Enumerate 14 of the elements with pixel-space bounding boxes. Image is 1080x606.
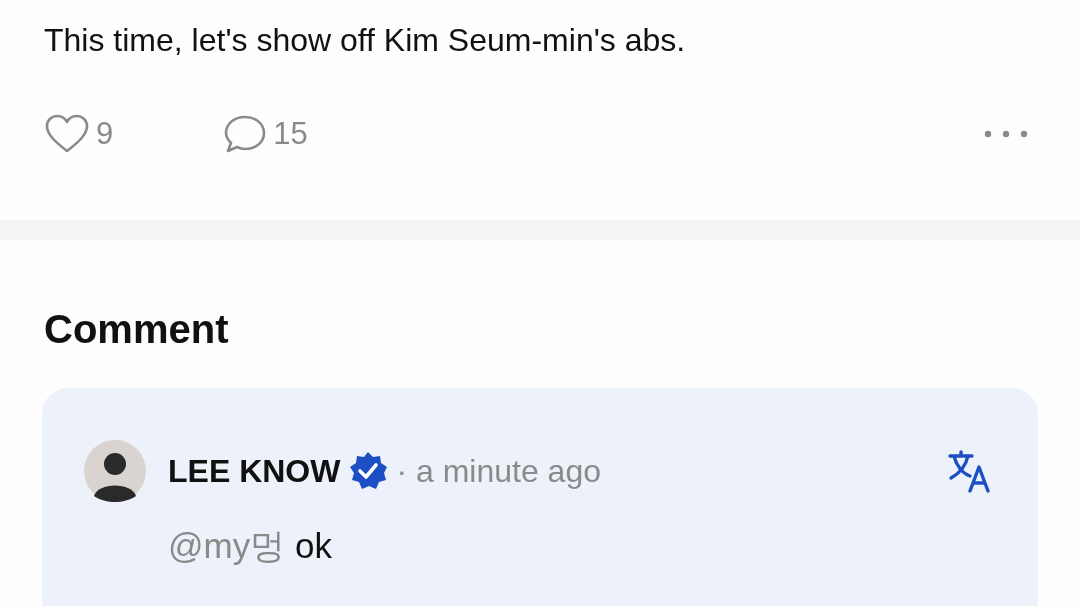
- comment-time: · a minute ago: [396, 452, 601, 490]
- translate-icon: [948, 449, 992, 493]
- comment-heading: Comment: [44, 306, 230, 352]
- more-button[interactable]: [984, 130, 1028, 138]
- heart-icon: [44, 114, 90, 154]
- comment-text: @my멍 ok: [168, 525, 333, 567]
- translate-button[interactable]: [948, 449, 992, 493]
- post-text: This time, let's show off Kim Seum-min's abs.: [44, 21, 687, 60]
- avatar: [84, 440, 146, 502]
- author-name[interactable]: LEE KNOW: [168, 452, 341, 490]
- speech-bubble-icon: [223, 114, 268, 154]
- comment-button[interactable]: 15: [223, 114, 308, 154]
- like-button[interactable]: 9: [44, 114, 114, 154]
- more-icon: [984, 130, 1028, 138]
